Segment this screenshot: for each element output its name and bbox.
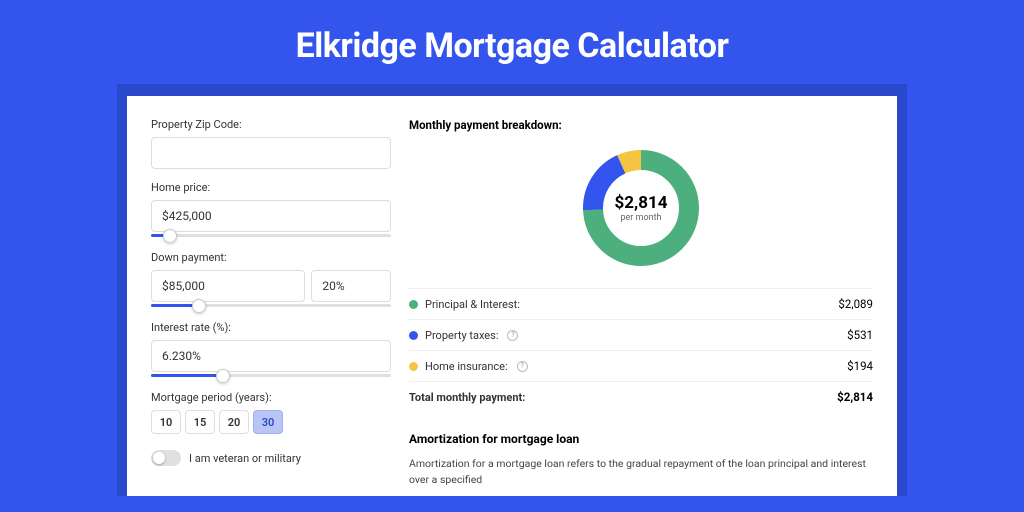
- home-price-slider[interactable]: [151, 234, 391, 237]
- zip-group: Property Zip Code:: [151, 118, 391, 169]
- interest-label: Interest rate (%):: [151, 321, 391, 334]
- period-group: Mortgage period (years): 10152030: [151, 391, 391, 434]
- breakdown-list: Principal & Interest: $2,089 Property taxe…: [409, 288, 873, 381]
- total-value: $2,814: [837, 390, 873, 404]
- period-buttons: 10152030: [151, 410, 391, 434]
- home-price-group: Home price:: [151, 181, 391, 237]
- total-label: Total monthly payment:: [409, 391, 525, 404]
- page-title: Elkridge Mortgage Calculator: [0, 0, 1024, 84]
- breakdown-row: Principal & Interest: $2,089: [409, 288, 873, 319]
- down-payment-input[interactable]: [151, 270, 305, 302]
- breakdown-value: $531: [847, 328, 873, 342]
- veteran-row: I am veteran or military: [151, 450, 391, 466]
- info-icon[interactable]: ?: [507, 330, 518, 341]
- zip-input[interactable]: [151, 137, 391, 169]
- slider-thumb[interactable]: [163, 229, 177, 243]
- period-button-10[interactable]: 10: [151, 410, 181, 434]
- amortization-text: Amortization for a mortgage loan refers …: [409, 456, 873, 488]
- veteran-label: I am veteran or military: [189, 452, 301, 465]
- period-button-20[interactable]: 20: [219, 410, 249, 434]
- amortization-section: Amortization for mortgage loan Amortizat…: [409, 432, 873, 488]
- calculator-panel: Property Zip Code: Home price: Down paym…: [117, 84, 907, 496]
- down-payment-pct-input[interactable]: [311, 270, 391, 302]
- breakdown-label: Home insurance:: [425, 360, 508, 373]
- breakdown-column: Monthly payment breakdown: $2,814 per mo…: [409, 118, 873, 474]
- amortization-heading: Amortization for mortgage loan: [409, 432, 873, 446]
- calculator-card: Property Zip Code: Home price: Down paym…: [127, 96, 897, 496]
- donut-chart: $2,814 per month: [577, 144, 705, 272]
- input-column: Property Zip Code: Home price: Down paym…: [151, 118, 391, 474]
- interest-group: Interest rate (%):: [151, 321, 391, 377]
- breakdown-row: Home insurance:? $194: [409, 350, 873, 381]
- down-payment-label: Down payment:: [151, 251, 391, 264]
- legend-dot: [409, 331, 418, 340]
- down-payment-group: Down payment:: [151, 251, 391, 307]
- veteran-toggle[interactable]: [151, 450, 181, 466]
- donut-sub: per month: [620, 213, 661, 223]
- period-button-30[interactable]: 30: [253, 410, 283, 434]
- donut-amount: $2,814: [615, 193, 668, 213]
- home-price-label: Home price:: [151, 181, 391, 194]
- breakdown-heading: Monthly payment breakdown:: [409, 118, 873, 132]
- legend-dot: [409, 300, 418, 309]
- breakdown-value: $194: [847, 359, 873, 373]
- donut-center: $2,814 per month: [577, 144, 705, 272]
- interest-input[interactable]: [151, 340, 391, 372]
- slider-thumb[interactable]: [216, 369, 230, 383]
- interest-slider[interactable]: [151, 374, 391, 377]
- breakdown-label: Principal & Interest:: [425, 298, 520, 311]
- zip-label: Property Zip Code:: [151, 118, 391, 131]
- info-icon[interactable]: ?: [517, 361, 528, 372]
- legend-dot: [409, 362, 418, 371]
- breakdown-total-row: Total monthly payment: $2,814: [409, 381, 873, 412]
- breakdown-value: $2,089: [838, 297, 873, 311]
- slider-thumb[interactable]: [192, 299, 206, 313]
- breakdown-label: Property taxes:: [425, 329, 498, 342]
- home-price-input[interactable]: [151, 200, 391, 232]
- donut-chart-wrap: $2,814 per month: [409, 144, 873, 272]
- down-payment-slider[interactable]: [151, 304, 391, 307]
- breakdown-row: Property taxes:? $531: [409, 319, 873, 350]
- period-label: Mortgage period (years):: [151, 391, 391, 404]
- period-button-15[interactable]: 15: [185, 410, 215, 434]
